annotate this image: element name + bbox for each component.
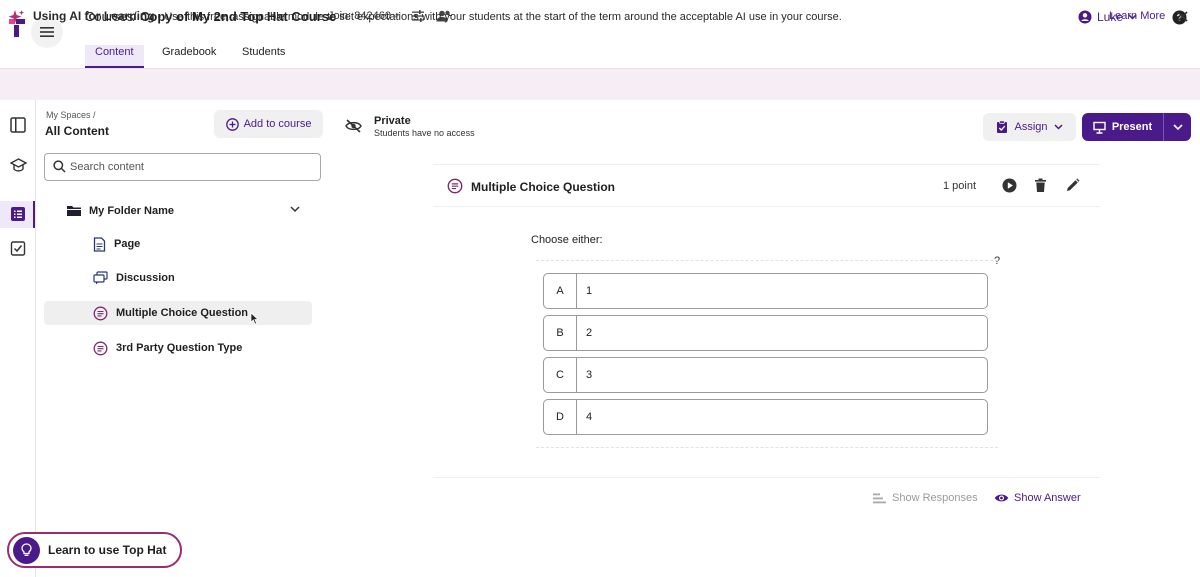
assign-label: Assign xyxy=(1014,121,1048,133)
content-item-multiple-choice[interactable]: Multiple Choice Question xyxy=(44,301,312,325)
question-title: Multiple Choice Question xyxy=(471,180,616,194)
choice-a[interactable]: A 1 xyxy=(543,273,988,309)
choice-letter: B xyxy=(544,316,577,350)
visibility-subtitle: Students have no access xyxy=(374,128,475,138)
present-label: Present xyxy=(1111,121,1153,133)
learn-pill-label: Learn to use Top Hat xyxy=(48,543,167,557)
lightbulb-icon xyxy=(13,536,40,564)
bar-list-icon xyxy=(873,493,886,503)
content-item-label: Discussion xyxy=(116,272,175,284)
learn-top-hat-button[interactable]: Learn to use Top Hat xyxy=(7,532,182,568)
present-icon xyxy=(1093,121,1106,134)
folder-name: My Folder Name xyxy=(89,205,174,217)
content-item-discussion[interactable]: Discussion xyxy=(44,266,312,290)
tab-students[interactable]: Students xyxy=(232,45,295,68)
course-cap-icon[interactable] xyxy=(10,158,27,173)
tab-content[interactable]: Content xyxy=(85,45,144,68)
visibility-title[interactable]: Private xyxy=(374,115,411,127)
sparkle-icon xyxy=(8,10,25,24)
banner-title: Using AI for Learning xyxy=(33,9,155,23)
choice-letter: D xyxy=(544,400,577,434)
clipboard-check-icon xyxy=(997,120,1008,133)
choice-value: 2 xyxy=(586,327,593,339)
choice-letter: A xyxy=(544,274,577,308)
add-to-course-label: Add to course xyxy=(243,118,312,130)
content-list-icon[interactable] xyxy=(10,206,26,222)
show-responses-button[interactable]: Show Responses xyxy=(873,492,978,504)
question-icon xyxy=(93,306,108,320)
choice-letter: C xyxy=(544,358,577,392)
user-avatar-icon xyxy=(1078,10,1092,24)
discussion-icon xyxy=(93,271,108,285)
assign-button[interactable]: Assign xyxy=(983,113,1076,141)
choice-value: 1 xyxy=(586,285,593,297)
choice-d[interactable]: D 4 xyxy=(543,399,988,435)
content-item-label: Page xyxy=(114,238,141,250)
choice-value: 3 xyxy=(586,369,593,381)
assignments-check-icon[interactable] xyxy=(10,240,26,256)
trash-icon[interactable] xyxy=(1034,178,1047,193)
mouse-cursor-icon xyxy=(250,312,259,325)
hamburger-icon xyxy=(40,27,54,37)
add-to-course-button[interactable]: Add to course xyxy=(214,110,323,138)
divider xyxy=(433,477,1100,478)
play-icon[interactable] xyxy=(1002,178,1017,193)
chevron-down-icon[interactable] xyxy=(290,206,300,213)
learn-more-link[interactable]: Learn More xyxy=(1109,10,1165,22)
ai-learning-banner xyxy=(0,68,1200,100)
banner-message: Using AI for Learning - Use this free, a… xyxy=(33,9,842,23)
question-prompt: Choose either: xyxy=(531,234,603,246)
question-icon xyxy=(93,341,108,355)
eye-icon xyxy=(994,494,1009,502)
chevron-down-icon xyxy=(1053,124,1063,130)
show-answer-label: Show Answer xyxy=(1014,492,1081,504)
spaces-breadcrumb[interactable]: My Spaces / xyxy=(46,110,96,120)
pencil-icon[interactable] xyxy=(1065,178,1080,193)
content-item-third-party-question[interactable]: 3rd Party Question Type xyxy=(44,336,312,360)
folder-icon xyxy=(67,206,81,216)
question-points: 1 point xyxy=(943,180,977,192)
page-icon xyxy=(93,236,106,252)
banner-description: - Use this free, assignable module to se… xyxy=(154,11,842,23)
chevron-down-icon xyxy=(1172,123,1183,130)
tab-label: Gradebook xyxy=(162,46,217,58)
show-answer-button[interactable]: Show Answer xyxy=(994,492,1081,504)
search-icon xyxy=(53,160,66,173)
eye-off-icon xyxy=(345,119,362,133)
tab-gradebook[interactable]: Gradebook xyxy=(152,45,226,68)
search-input[interactable] xyxy=(70,155,310,179)
panel-title: All Content xyxy=(45,124,109,138)
search-box[interactable] xyxy=(44,153,321,181)
plus-circle-icon xyxy=(225,117,239,131)
panel-toggle-icon[interactable] xyxy=(10,117,26,133)
content-item-label: Multiple Choice Question xyxy=(116,307,249,319)
content-item-page[interactable]: Page xyxy=(44,232,312,256)
question-icon xyxy=(447,178,463,194)
present-options-button[interactable] xyxy=(1163,113,1191,141)
present-button[interactable]: Present xyxy=(1082,113,1163,141)
tab-label: Content xyxy=(95,46,134,58)
show-responses-label: Show Responses xyxy=(892,492,978,504)
choice-b[interactable]: B 2 xyxy=(543,315,988,351)
choice-value: 4 xyxy=(586,411,593,423)
close-icon[interactable] xyxy=(1177,11,1188,22)
content-item-label: 3rd Party Question Type xyxy=(116,342,243,354)
tab-label: Students xyxy=(242,46,286,58)
divider xyxy=(433,206,1100,207)
folder-row[interactable]: My Folder Name xyxy=(66,203,306,219)
choice-c[interactable]: C 3 xyxy=(543,357,988,393)
